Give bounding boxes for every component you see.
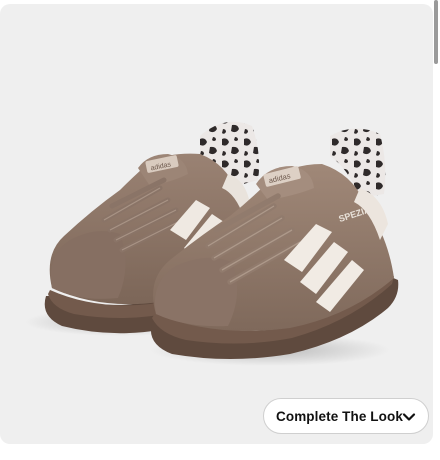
product-image[interactable]: adidas adidas SPEZIAL	[0, 4, 433, 444]
sneaker-illustration: adidas adidas SPEZIAL	[25, 121, 399, 366]
product-gallery: adidas adidas SPEZIAL Complete The Look	[0, 0, 440, 460]
scrollbar[interactable]	[434, 0, 438, 64]
chevron-down-icon	[402, 413, 416, 421]
complete-the-look-button[interactable]: Complete The Look	[263, 398, 429, 434]
complete-the-look-label: Complete The Look	[276, 408, 403, 424]
